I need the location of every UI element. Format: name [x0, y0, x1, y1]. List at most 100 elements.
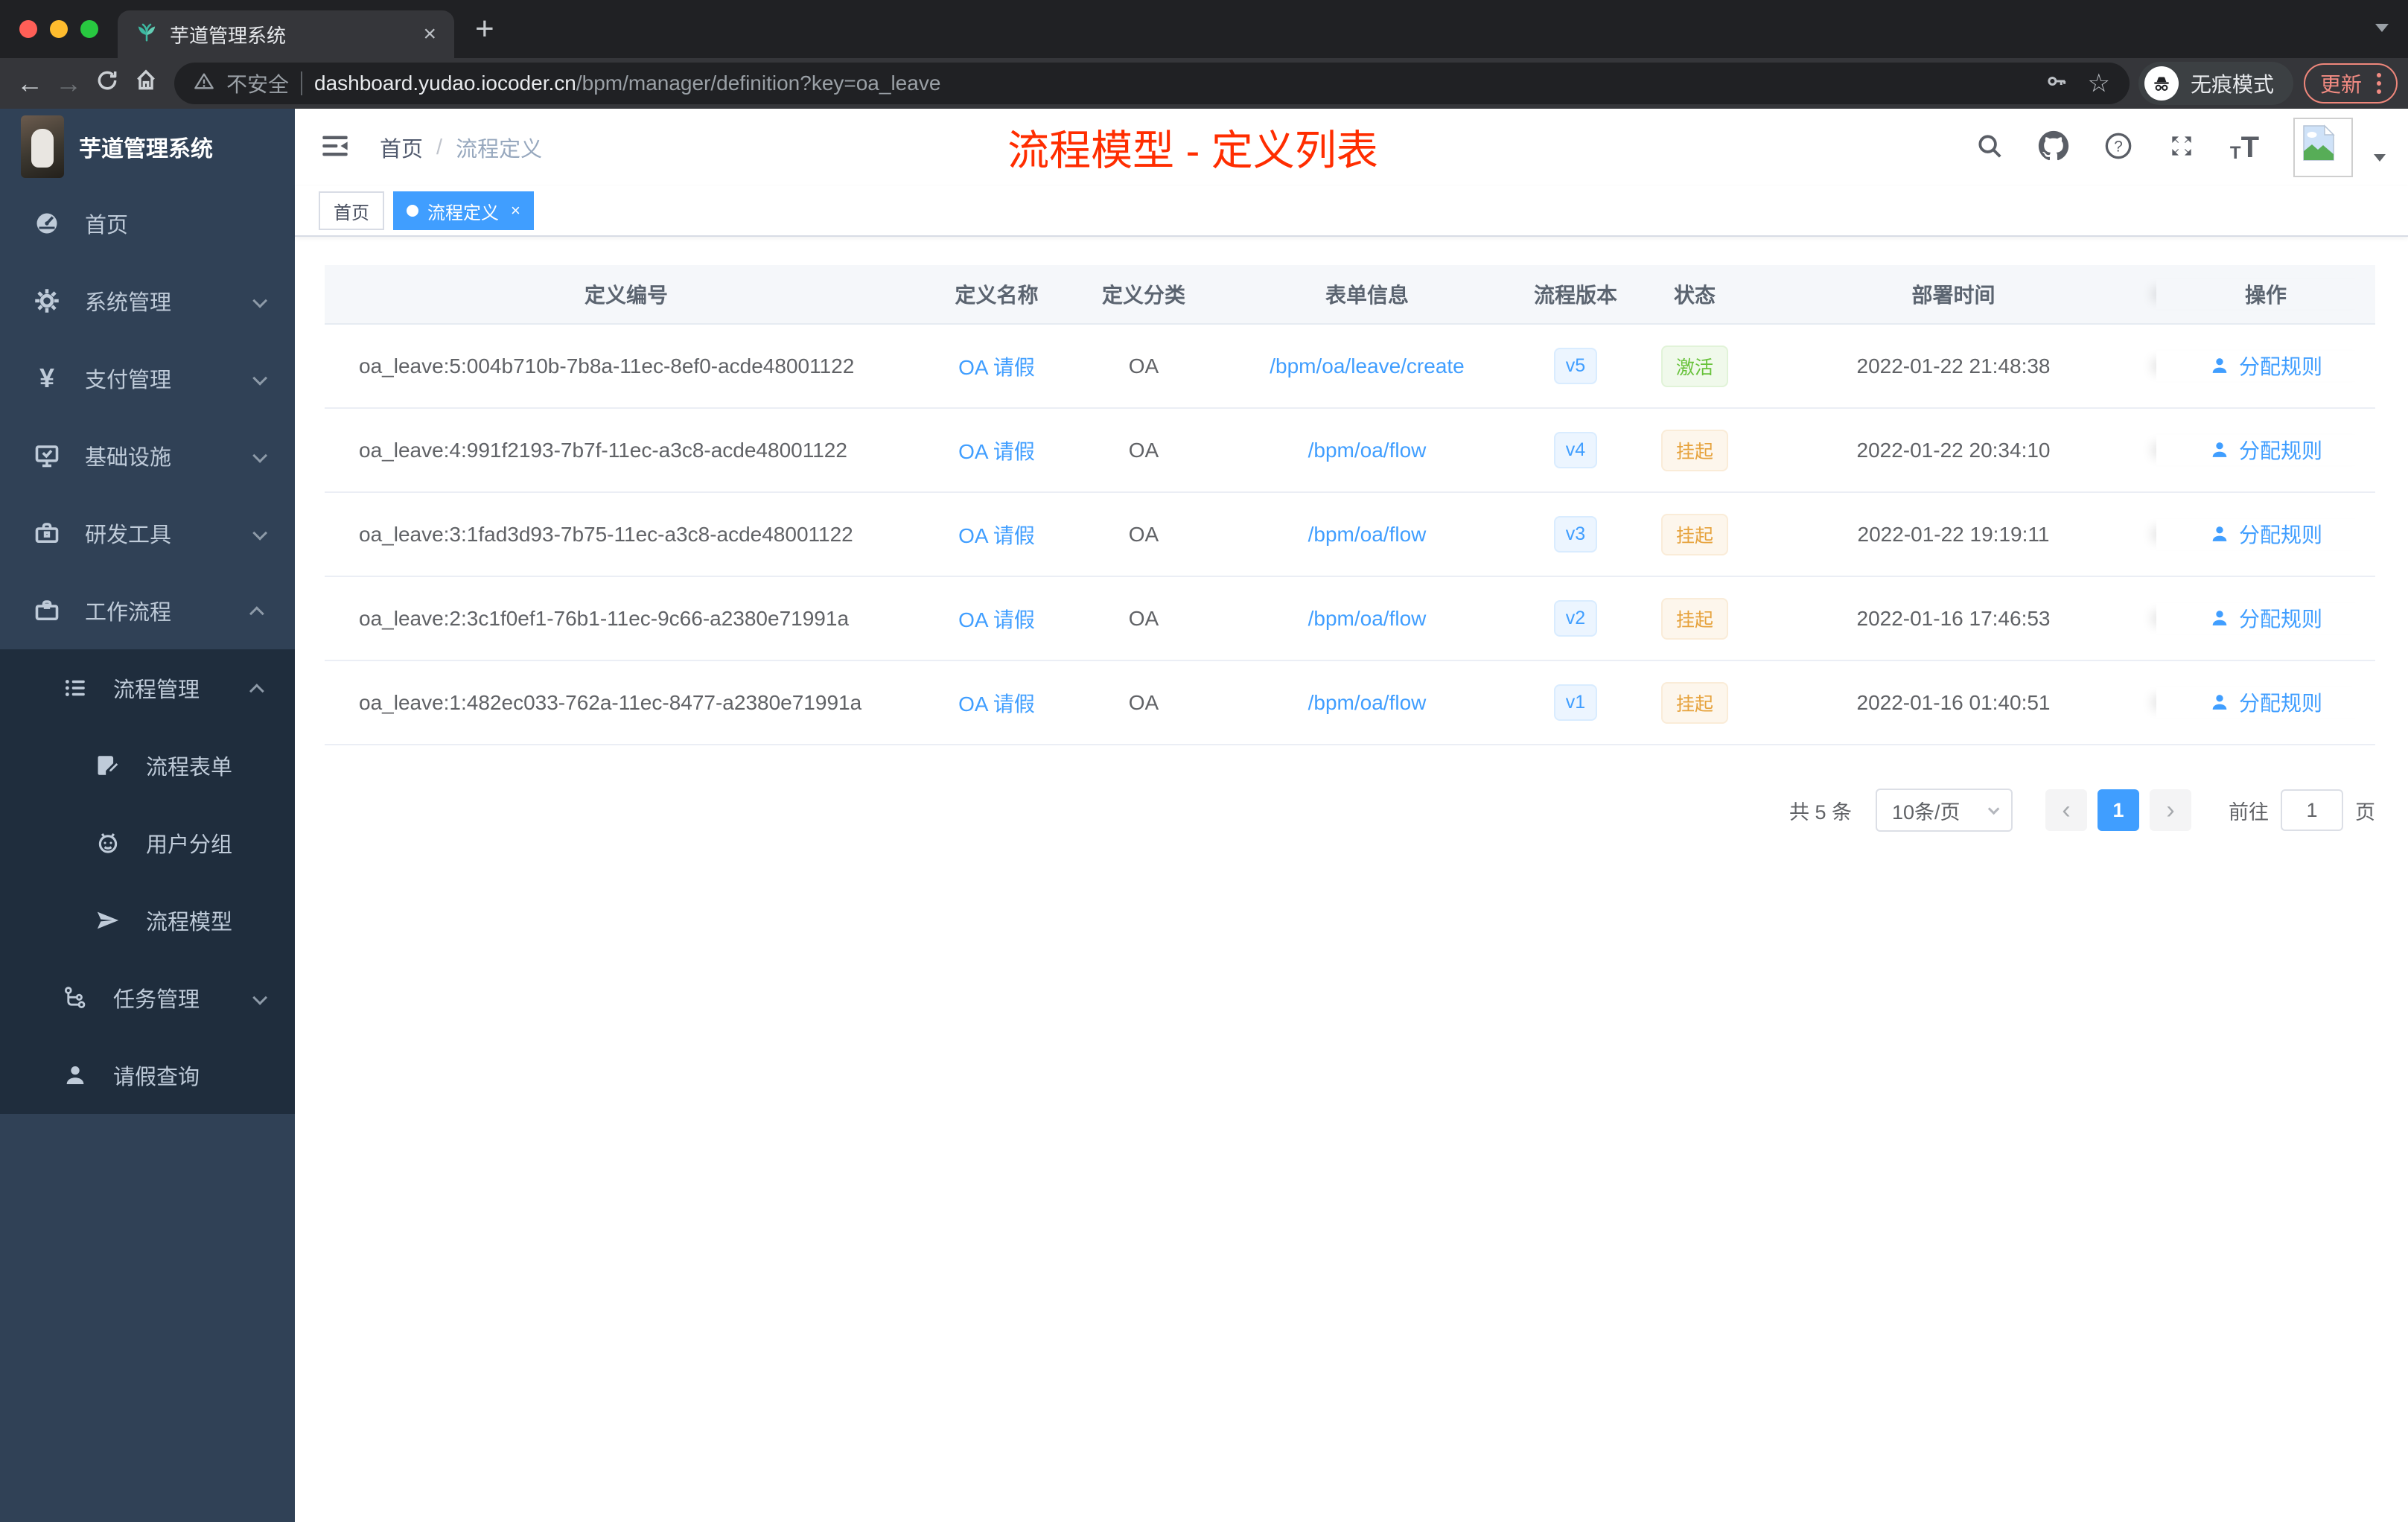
help-question-icon[interactable]: ?: [2103, 131, 2133, 165]
chevron-down-icon: [252, 289, 268, 313]
sidebar-item-home[interactable]: 首页: [0, 185, 295, 262]
definition-id: oa_leave:4:991f2193-7b7f-11ec-a3c8-acde4…: [359, 438, 847, 462]
user-icon: [2212, 611, 2227, 625]
sidebar-item-payment[interactable]: ¥ 支付管理: [0, 340, 295, 417]
form-info-link[interactable]: /bpm/oa/leave/create: [1270, 354, 1465, 378]
sidebar-item-task-management[interactable]: 任务管理: [0, 959, 295, 1037]
font-size-icon[interactable]: TT: [2230, 133, 2259, 162]
definition-id: oa_leave:1:482ec033-762a-11ec-8477-a2380…: [359, 690, 862, 714]
browser-menu-dots-icon[interactable]: [2377, 73, 2381, 94]
new-tab-button[interactable]: +: [475, 10, 494, 48]
col-header-version: 流程版本: [1533, 284, 1617, 307]
deploy-time: 2022-01-22 19:19:11: [1857, 522, 2050, 546]
version-badge: v5: [1554, 348, 1597, 384]
table-row: oa_leave:4:991f2193-7b7f-11ec-a3c8-acde4…: [325, 409, 2375, 493]
form-info-link[interactable]: /bpm/oa/flow: [1308, 439, 1427, 462]
definition-category: OA: [1128, 690, 1159, 714]
status-badge-suspended: 挂起: [1660, 681, 1728, 724]
tab-close-icon[interactable]: ×: [423, 23, 436, 45]
browser-toolbar: ← → 不安全 dashboard.yudao.iocoder.cn/bpm/m…: [0, 58, 2408, 109]
sidebar-item-user-group[interactable]: 用户分组: [0, 804, 295, 882]
maximize-window-button[interactable]: [80, 20, 98, 38]
browser-update-button[interactable]: 更新: [2303, 63, 2398, 104]
sidebar-item-process-form[interactable]: 流程表单: [0, 727, 295, 804]
sidebar-item-leave-query[interactable]: 请假查询: [0, 1037, 295, 1114]
tab-search-caret-icon[interactable]: [2375, 22, 2389, 36]
col-header-actions: 操作: [2156, 279, 2375, 309]
assign-rule-link[interactable]: 分配规则: [2209, 687, 2322, 717]
incognito-label: 无痕模式: [2190, 73, 2274, 96]
top-navbar: 首页 / 流程定义 流程模型 - 定义列表 ? TT: [295, 109, 2408, 186]
form-info-link[interactable]: /bpm/oa/flow: [1308, 691, 1427, 714]
assign-rule-link[interactable]: 分配规则: [2209, 351, 2322, 380]
forward-icon[interactable]: →: [49, 68, 88, 99]
sidebar-item-label: 首页: [85, 214, 129, 238]
password-key-icon[interactable]: [2045, 70, 2068, 98]
back-icon[interactable]: ←: [10, 68, 49, 99]
sidebar-item-workflow[interactable]: 工作流程: [0, 572, 295, 649]
version-badge: v1: [1554, 684, 1597, 721]
assign-rule-link[interactable]: 分配规则: [2209, 435, 2322, 465]
chevron-down-icon: [252, 444, 268, 468]
sidebar-item-infrastructure[interactable]: 基础设施: [0, 417, 295, 494]
assign-rule-link[interactable]: 分配规则: [2209, 519, 2322, 549]
tag-process-definition-active[interactable]: 流程定义 ×: [393, 191, 534, 230]
sidebar-item-process-management[interactable]: 流程管理: [0, 649, 295, 727]
form-info-link[interactable]: /bpm/oa/flow: [1308, 523, 1427, 546]
sidebar-item-label: 请假查询: [113, 1066, 200, 1089]
definition-name-link[interactable]: OA 请假: [958, 440, 1035, 463]
github-icon[interactable]: [2038, 130, 2069, 165]
form-info-link[interactable]: /bpm/oa/flow: [1308, 607, 1427, 630]
prev-page-button[interactable]: ‹: [2045, 789, 2087, 831]
sidebar-item-label: 支付管理: [85, 369, 172, 392]
definition-category: OA: [1128, 606, 1159, 630]
browser-tab[interactable]: 芋道管理系统 ×: [118, 10, 454, 58]
avatar-caret-down-icon[interactable]: [2374, 152, 2386, 165]
definition-name-link[interactable]: OA 请假: [958, 356, 1035, 379]
fullscreen-icon[interactable]: [2167, 132, 2196, 164]
version-badge: v4: [1554, 432, 1597, 468]
current-page-button[interactable]: 1: [2098, 789, 2139, 831]
sidebar-item-label: 基础设施: [85, 446, 172, 470]
breadcrumb-home-link[interactable]: 首页: [380, 132, 423, 163]
paper-plane-icon: [94, 906, 122, 934]
definition-name-link[interactable]: OA 请假: [958, 692, 1035, 716]
sidebar-item-process-model[interactable]: 流程模型: [0, 882, 295, 959]
sidebar-item-label: 用户分组: [146, 833, 233, 857]
definition-name-link[interactable]: OA 请假: [958, 524, 1035, 547]
page-size-select[interactable]: 10条/页: [1876, 789, 2013, 832]
sidebar-collapse-hamburger-icon[interactable]: [320, 131, 350, 165]
definition-name-link[interactable]: OA 请假: [958, 608, 1035, 631]
minimize-window-button[interactable]: [50, 20, 68, 38]
close-window-button[interactable]: [19, 20, 37, 38]
update-label: 更新: [2319, 73, 2362, 96]
search-icon[interactable]: [1975, 132, 2004, 164]
sidebar-item-devtools[interactable]: 研发工具: [0, 494, 295, 572]
sidebar-item-label: 流程表单: [146, 756, 233, 780]
sidebar-item-label: 系统管理: [85, 291, 172, 315]
user-icon: [2212, 442, 2227, 457]
reload-icon[interactable]: [88, 68, 127, 99]
yen-icon: ¥: [39, 363, 55, 393]
pagination-total: 共 5 条: [1789, 800, 1852, 824]
status-badge-active: 激活: [1660, 345, 1728, 387]
assign-rule-link[interactable]: 分配规则: [2209, 603, 2322, 633]
bookmark-star-icon[interactable]: ☆: [2087, 69, 2109, 98]
col-header-status: 状态: [1673, 284, 1716, 307]
user-avatar-broken-image[interactable]: [2293, 118, 2353, 177]
gear-icon: [33, 287, 61, 315]
definition-table: 定义编号 定义名称 定义分类 表单信息 流程版本 状态 部署时间 操作 oa_l…: [325, 265, 2375, 745]
chevron-up-icon: [249, 599, 264, 623]
chevron-down-icon: [252, 366, 268, 391]
home-icon[interactable]: [127, 68, 165, 99]
document-edit-icon: [94, 751, 122, 780]
sidebar-item-system[interactable]: 系统管理: [0, 262, 295, 340]
col-header-definition-id: 定义编号: [584, 284, 668, 307]
next-page-button[interactable]: ›: [2150, 789, 2191, 831]
breadcrumb-separator: /: [436, 135, 443, 159]
goto-page-input[interactable]: [2281, 789, 2343, 831]
tag-close-icon[interactable]: ×: [511, 201, 520, 220]
url-bar[interactable]: 不安全 dashboard.yudao.iocoder.cn/bpm/manag…: [174, 63, 2130, 104]
tag-home[interactable]: 首页: [319, 191, 384, 230]
definition-id: oa_leave:3:1fad3d93-7b75-11ec-a3c8-acde4…: [359, 522, 853, 546]
